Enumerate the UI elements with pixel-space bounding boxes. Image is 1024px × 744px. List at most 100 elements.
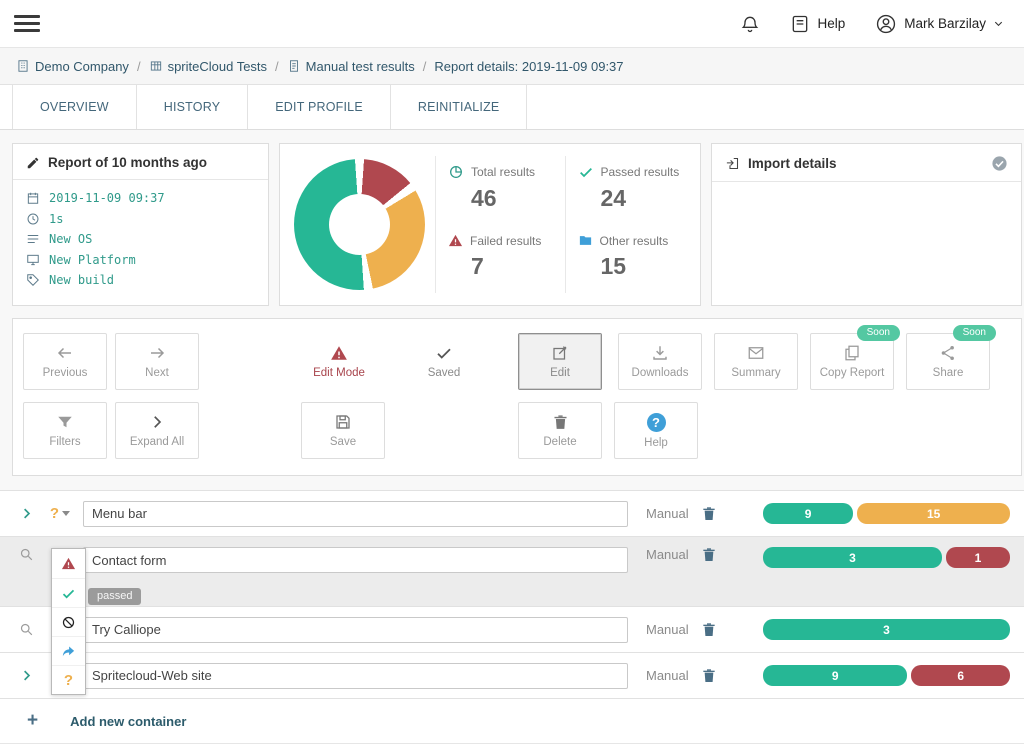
result-bars: 3 (763, 619, 1010, 640)
report-card-title: Report of 10 months ago (48, 155, 207, 170)
magnifier-icon[interactable] (15, 547, 37, 562)
failed-results-value: 7 (471, 253, 557, 280)
results-card: Total results 46 Passed results 24 (279, 143, 701, 306)
previous-button[interactable]: Previous (23, 333, 107, 390)
container-name-input[interactable] (83, 617, 628, 643)
stat-total: Total results 46 (435, 156, 565, 225)
breadcrumb-company[interactable]: Demo Company (16, 59, 129, 74)
stat-passed: Passed results 24 (565, 156, 695, 225)
filters-button[interactable]: Filters (23, 402, 107, 459)
passed-bar: 9 (763, 665, 907, 686)
trash-icon[interactable] (701, 547, 717, 563)
breadcrumb: Demo Company / spriteCloud Tests / Manua… (0, 48, 1024, 85)
plus-icon[interactable]: + (27, 710, 38, 732)
breadcrumb-project[interactable]: spriteCloud Tests (149, 59, 267, 74)
passed-results-value: 24 (601, 185, 687, 212)
expand-chevron-icon[interactable] (15, 506, 37, 521)
breadcrumb-separator: / (423, 59, 427, 74)
status-option-unknown[interactable]: ? (52, 665, 85, 694)
report-info-card: Report of 10 months ago 2019-11-09 09:37… (12, 143, 269, 306)
passed-bar: 3 (763, 619, 1010, 640)
check-icon (435, 344, 453, 362)
pencil-icon (26, 156, 40, 170)
results-donut (294, 159, 425, 290)
container-type-label: Manual (646, 506, 689, 521)
status-option-passed[interactable] (52, 578, 85, 607)
container-name-input[interactable] (83, 547, 628, 573)
report-os: New OS (26, 229, 255, 250)
floppy-save-icon (334, 413, 352, 431)
status-option-failed[interactable] (52, 549, 85, 578)
summary-button[interactable]: Summary (714, 333, 798, 390)
trash-icon[interactable] (701, 622, 717, 638)
add-container-row: + Add new container (0, 699, 1024, 744)
tab-history[interactable]: HISTORY (137, 85, 249, 129)
copy-report-button[interactable]: Soon Copy Report (810, 333, 894, 390)
help-label: Help (817, 16, 845, 31)
calendar-icon (26, 191, 40, 205)
filter-funnel-icon (56, 413, 74, 431)
container-list: ? Manual 9 15 Manual 3 1 (0, 490, 1024, 744)
warning-triangle-icon (330, 344, 348, 362)
save-button[interactable]: Save (301, 402, 385, 459)
chevron-right-icon (148, 413, 166, 431)
import-card-title: Import details (748, 156, 837, 171)
help-menu[interactable]: Help (790, 14, 845, 34)
passed-bar: 9 (763, 503, 853, 524)
status-option-skipped[interactable] (52, 607, 85, 636)
warning-triangle-icon (448, 233, 463, 248)
other-results-value: 15 (601, 253, 687, 280)
total-results-value: 46 (471, 185, 557, 212)
container-row-contact-form: Manual 3 1 (0, 537, 1024, 607)
status-dropdown: ? (51, 548, 86, 695)
help-circle-icon: ? (647, 413, 666, 432)
downloads-button[interactable]: Downloads (618, 333, 702, 390)
container-row-try-calliope: Manual 3 (0, 607, 1024, 653)
notifications-bell-icon[interactable] (740, 14, 760, 34)
next-button[interactable]: Next (115, 333, 199, 390)
container-row-spritecloud-web-site: Manual 9 6 (0, 653, 1024, 699)
container-name-input[interactable] (83, 501, 628, 527)
hamburger-menu-icon[interactable] (14, 15, 40, 32)
failed-bar: 1 (946, 547, 1010, 568)
tag-icon (26, 273, 40, 287)
tab-edit-profile[interactable]: EDIT PROFILE (248, 85, 391, 129)
help-button[interactable]: ? Help (614, 402, 698, 459)
import-card-header: Import details (712, 144, 1021, 182)
report-duration: 1s (26, 209, 255, 230)
help-book-icon (790, 14, 810, 34)
edit-button[interactable]: Edit (518, 333, 602, 390)
magnifier-icon[interactable] (15, 622, 37, 637)
container-name-input[interactable] (83, 663, 628, 689)
user-avatar-icon (875, 13, 897, 35)
import-icon (725, 156, 740, 171)
user-menu[interactable]: Mark Barzilay (875, 13, 1004, 35)
check-icon (578, 164, 594, 180)
warning-triangle-icon (61, 556, 76, 571)
add-container-button[interactable]: Add new container (70, 714, 186, 729)
tab-overview[interactable]: OVERVIEW (12, 85, 137, 129)
share-button[interactable]: Soon Share (906, 333, 990, 390)
share-icon (939, 344, 957, 362)
breadcrumb-separator: / (275, 59, 279, 74)
trash-icon[interactable] (701, 506, 717, 522)
app-window: Help Mark Barzilay Demo Company / sprite… (0, 0, 1024, 744)
table-grid-icon (149, 59, 163, 73)
building-icon (16, 59, 30, 73)
tab-reinitialize[interactable]: REINITIALIZE (391, 85, 528, 129)
check-circle-icon (991, 155, 1008, 172)
expand-chevron-icon[interactable] (15, 668, 37, 683)
breadcrumb-test-results[interactable]: Manual test results (287, 59, 415, 74)
edit-square-icon (551, 344, 569, 362)
arrow-right-icon (148, 344, 166, 362)
failed-bar: 6 (911, 665, 1010, 686)
delete-button[interactable]: Delete (518, 402, 602, 459)
forward-arrow-icon (61, 644, 76, 659)
trash-icon[interactable] (701, 668, 717, 684)
stat-failed: Failed results 7 (435, 225, 565, 293)
status-option-moved[interactable] (52, 636, 85, 665)
other-bar: 15 (857, 503, 1010, 524)
expand-all-button[interactable]: Expand All (115, 402, 199, 459)
status-select[interactable]: ? (37, 505, 83, 522)
monitor-icon (26, 253, 40, 267)
